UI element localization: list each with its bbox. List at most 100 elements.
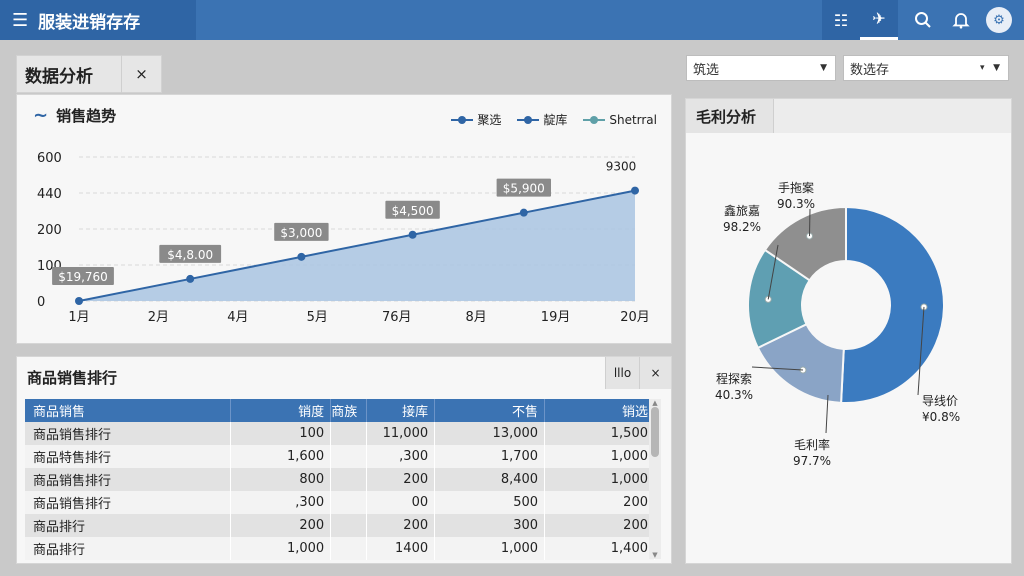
column-header[interactable]: 商品销售 [25, 399, 232, 422]
data-label: $19,760 [58, 270, 108, 284]
y-tick-label: 200 [37, 223, 62, 238]
table-cell: 1,700 [434, 445, 546, 468]
x-tick-label: 4月 [227, 310, 248, 325]
table-cell: 1,000 [544, 445, 655, 468]
table-cell: 200 [230, 514, 332, 537]
data-point [186, 274, 195, 283]
data-point [519, 208, 528, 217]
table-cell [330, 445, 368, 468]
y-tick-label: 600 [37, 151, 62, 166]
table-cell: 200 [544, 491, 655, 514]
ranking-table: 商品销售 销度 商族 接库 不售 销选 商品销售排行 100 11,000 13… [25, 399, 655, 560]
plane-icon[interactable]: ✈ [860, 0, 898, 40]
slice-label: 97.7% [793, 454, 831, 468]
table-cell: 商品排行 [25, 537, 232, 560]
ranking-tools: lllo × [605, 357, 671, 389]
filter-select-2[interactable]: 数选存 ▾ ▼ [843, 55, 1009, 81]
sales-trend-panel: ∼ 销售趋势 聚选 靛库 Shetrral 0 100 200 440 600 1月 2月 4… [16, 94, 672, 344]
table-cell: 商品排行 [25, 514, 232, 537]
slice-label: 鑫旅嘉 [724, 203, 760, 218]
sales-trend-chart: 01002004406001月 2月 4月 5月 76月 8月 19月 20月$19,760$… [37, 151, 650, 325]
scroll-up-icon[interactable]: ▲ [649, 399, 661, 407]
ranking-title: 商品销售排行 [27, 369, 118, 387]
close-icon[interactable]: × [639, 357, 671, 389]
user-avatar-icon[interactable]: ⚙ [986, 7, 1012, 33]
table-cell: 100 [230, 422, 332, 445]
table-cell [330, 514, 368, 537]
table-cell: 8,400 [434, 468, 546, 491]
data-label: $3,000 [280, 226, 322, 240]
column-header[interactable]: 销选 [544, 399, 655, 422]
table-cell: ,300 [366, 445, 436, 468]
slice-label: 90.3% [777, 197, 815, 211]
search-icon[interactable] [904, 0, 942, 40]
data-point [297, 252, 306, 261]
page-title: 数据分析 [25, 66, 93, 87]
data-point [75, 297, 83, 305]
column-header[interactable]: 销度 [230, 399, 332, 422]
data-label: 9300 [606, 160, 637, 174]
table-row[interactable]: 商品销售排行 100 11,000 13,000 1,500 [25, 422, 655, 445]
close-tab-icon[interactable]: × [121, 55, 161, 93]
data-label: $4,8.00 [167, 248, 213, 262]
x-tick-label: 1月 [68, 310, 89, 325]
table-row[interactable]: 商品排行 200 200 300 200 [25, 514, 655, 537]
column-header[interactable]: 商族 [330, 399, 368, 422]
mini-chart-icon[interactable]: lllo [605, 357, 639, 389]
column-header[interactable]: 不售 [434, 399, 546, 422]
table-cell: 1400 [366, 537, 436, 560]
table-cell: 商品销售排行 [25, 491, 232, 514]
bell-icon[interactable] [942, 0, 980, 40]
menu-icon[interactable]: ☰ [12, 10, 28, 31]
table-cell: ,300 [230, 491, 332, 514]
scroll-down-icon[interactable]: ▼ [649, 551, 661, 559]
table-cell: 200 [544, 514, 655, 537]
column-header[interactable]: 接库 [366, 399, 436, 422]
list-icon[interactable]: ☷ [822, 0, 860, 40]
table-cell: 商品销售排行 [25, 422, 232, 445]
data-label: $4,500 [392, 204, 434, 218]
view-switcher: ☷ ✈ [822, 0, 898, 40]
data-point [408, 230, 417, 239]
table-row[interactable]: 商品特售排行 1,600 ,300 1,700 1,000 [25, 445, 655, 468]
table-cell [330, 491, 368, 514]
slice-label: ¥0.8% [922, 410, 960, 424]
scrollbar-thumb[interactable] [651, 407, 659, 457]
table-row[interactable]: 商品排行 1,000 1400 1,000 1,400 [25, 537, 655, 560]
table-cell: 11,000 [366, 422, 436, 445]
table-cell: 200 [366, 468, 436, 491]
page-tab[interactable]: 数据分析 × [16, 55, 162, 93]
table-cell: 1,000 [230, 537, 332, 560]
table-cell: 00 [366, 491, 436, 514]
table-cell: 1,000 [544, 468, 655, 491]
margin-donut-chart: 导线价 ¥0.8% 程探索 40.3% 鑫旅嘉 98.2% 手拖案 90.3% 毛利率 97.7% [715, 180, 960, 468]
table-cell [330, 468, 368, 491]
x-tick-label: 20月 [620, 310, 650, 325]
slice-label: 毛利率 [794, 437, 830, 452]
slice-label: 手拖案 [778, 180, 814, 195]
slice-label: 98.2% [723, 220, 761, 234]
table-cell: 商品特售排行 [25, 445, 232, 468]
filter-select-1-value: 筑选 [693, 62, 720, 78]
filter-select-2-value: 数选存 [850, 62, 890, 78]
table-header-row: 商品销售 销度 商族 接库 不售 销选 [25, 399, 655, 422]
table-row[interactable]: 商品销售排行 ,300 00 500 200 [25, 491, 655, 514]
x-tick-label: 2月 [148, 310, 169, 325]
sales-ranking-panel: 商品销售排行 lllo × 商品销售 销度 商族 接库 不售 销选 商品销售排行… [16, 356, 672, 564]
table-cell [330, 422, 368, 445]
filter-select-1[interactable]: 筑选 ▼ [686, 55, 836, 81]
chevron-down-icon: ▼ [820, 63, 827, 73]
table-cell: 商品销售排行 [25, 468, 232, 491]
pie-slice [840, 205, 945, 404]
table-cell: 1,500 [544, 422, 655, 445]
y-tick-label: 440 [37, 187, 62, 202]
table-cell [330, 537, 368, 560]
table-cell: 1,600 [230, 445, 332, 468]
table-cell: 800 [230, 468, 332, 491]
y-tick-label: 0 [37, 295, 45, 310]
chevron-down-icon: ▾ ▼ [979, 63, 1000, 73]
slice-label: 40.3% [715, 388, 753, 402]
table-row[interactable]: 商品销售排行 800 200 8,400 1,000 [25, 468, 655, 491]
x-tick-label: 19月 [541, 310, 571, 325]
table-scrollbar[interactable]: ▲ ▼ [649, 399, 661, 559]
